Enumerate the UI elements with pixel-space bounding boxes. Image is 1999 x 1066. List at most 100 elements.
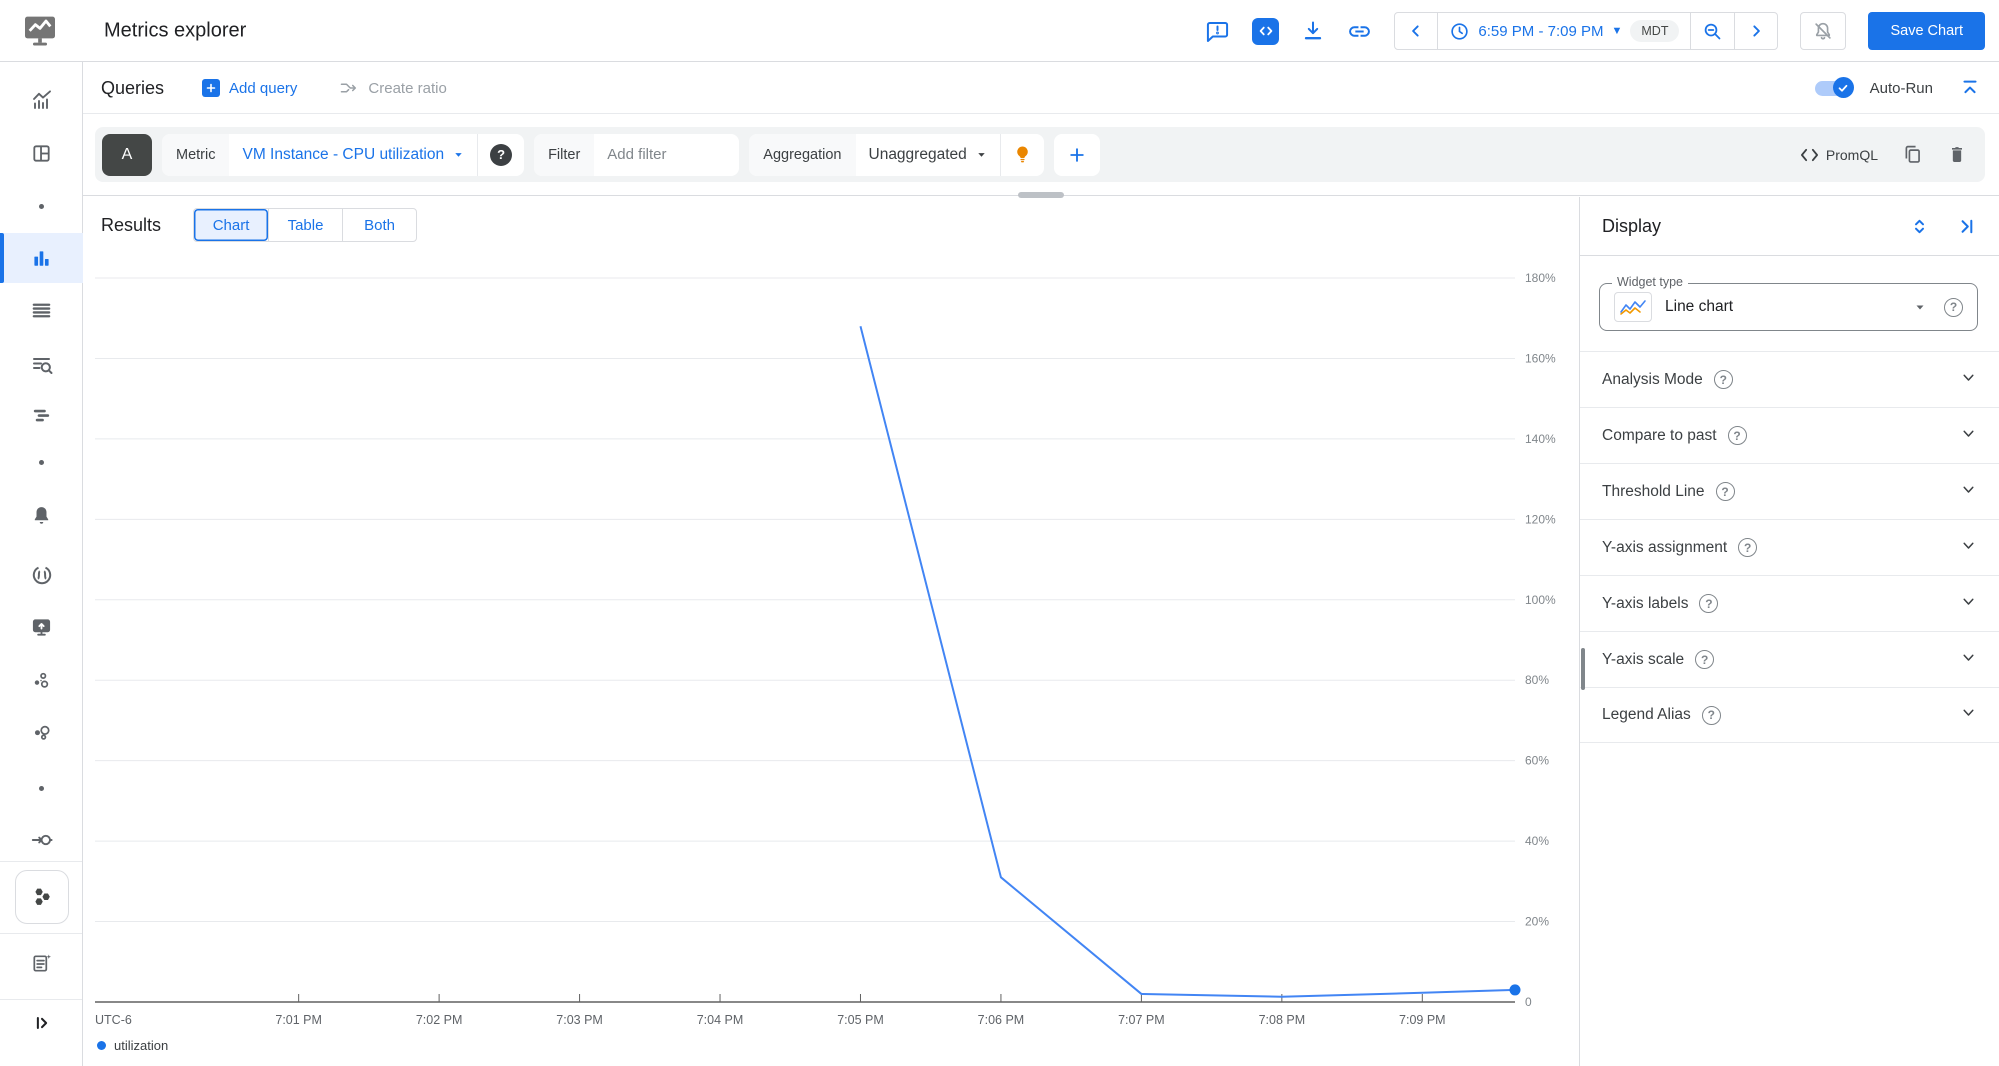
alerting-bell-icon	[34, 506, 49, 524]
time-forward-button[interactable]	[1734, 13, 1777, 49]
svg-text:140%: 140%	[1525, 432, 1556, 446]
svg-text:7:06 PM: 7:06 PM	[978, 1013, 1025, 1027]
sidebar-item-metrics-explorer[interactable]	[0, 233, 83, 283]
svg-text:0: 0	[1525, 995, 1532, 1009]
time-zoom-out-button[interactable]	[1690, 13, 1734, 49]
sidebar-item-integrations[interactable]	[0, 707, 83, 757]
display-section-legend-alias[interactable]: Legend Alias ?	[1580, 687, 1999, 743]
aggregation-value-dropdown[interactable]: Unaggregated	[856, 146, 1000, 164]
copy-icon[interactable]	[1902, 144, 1923, 165]
help-icon[interactable]: ?	[1715, 482, 1735, 501]
svg-text:7:09 PM: 7:09 PM	[1399, 1013, 1446, 1027]
metrics-overview-icon	[32, 90, 51, 109]
add-query-button[interactable]: Add query	[202, 79, 297, 97]
time-back-button[interactable]	[1395, 13, 1437, 49]
auto-run-label: Auto-Run	[1869, 79, 1933, 97]
merge-icon	[341, 83, 357, 93]
legend-color-dot	[97, 1041, 106, 1050]
navigation-sidebar	[0, 0, 83, 1066]
time-range-selector[interactable]: 6:59 PM - 7:09 PM ▼ MDT	[1437, 13, 1690, 49]
sidebar-item-log-explorer[interactable]	[0, 340, 83, 390]
tab-chart[interactable]: Chart	[194, 209, 269, 241]
tab-both[interactable]: Both	[342, 209, 416, 241]
suggestion-button[interactable]	[999, 133, 1044, 176]
promql-button[interactable]: PromQL	[1800, 147, 1878, 163]
sidebar-item-gke-monitoring[interactable]	[0, 868, 83, 926]
query-builder-section: A Metric VM Instance - CPU utilization ?…	[83, 114, 1999, 196]
sidebar-item-groups[interactable]	[0, 655, 83, 705]
chevron-down-icon	[1960, 369, 1977, 391]
metric-help-icon[interactable]: ?	[490, 143, 513, 166]
sidebar-item-pipelines[interactable]	[0, 815, 83, 865]
chevron-right-icon	[1753, 25, 1761, 37]
sidebar-item-alerting[interactable]	[0, 490, 83, 540]
chevron-down-icon	[1960, 593, 1977, 615]
section-label: Compare to past	[1602, 426, 1717, 444]
log-search-icon	[32, 358, 52, 374]
aggregation-selector: Aggregation Unaggregated	[749, 133, 1044, 176]
expand-sidebar-icon	[36, 1016, 47, 1030]
filter-label: Filter	[534, 133, 595, 176]
help-icon[interactable]: ?	[1699, 594, 1719, 613]
panel-scrollbar[interactable]	[1581, 648, 1585, 690]
chevron-down-icon	[1960, 481, 1977, 503]
help-icon[interactable]: ?	[1695, 650, 1715, 669]
feedback-icon[interactable]	[1205, 19, 1230, 44]
svg-text:160%: 160%	[1525, 351, 1556, 365]
widget-type-select[interactable]: Widget type Line chart ?	[1599, 275, 1978, 331]
display-section-analysis-mode[interactable]: Analysis Mode ?	[1580, 351, 1999, 407]
display-section-threshold-line[interactable]: Threshold Line ?	[1580, 463, 1999, 519]
sidebar-item-logs[interactable]	[0, 285, 83, 335]
lightbulb-icon	[1016, 146, 1028, 163]
section-label: Y-axis scale	[1602, 650, 1685, 668]
panel-resize-handle[interactable]	[1018, 192, 1064, 198]
filter-input[interactable]	[594, 146, 740, 163]
help-icon[interactable]: ?	[1738, 538, 1758, 557]
help-icon[interactable]: ?	[1713, 370, 1733, 389]
release-notes-icon	[33, 953, 51, 972]
hexagons-box	[14, 870, 69, 924]
add-sub-query-button[interactable]	[1053, 133, 1100, 176]
svg-text:100%: 100%	[1525, 593, 1556, 607]
display-section-y-axis-assignment[interactable]: Y-axis assignment ?	[1580, 519, 1999, 575]
sidebar-item-metrics-overview[interactable]	[0, 75, 83, 125]
delete-icon[interactable]	[1947, 144, 1967, 165]
code-toggle-icon[interactable]	[1252, 17, 1280, 45]
chevron-left-icon	[1412, 25, 1420, 37]
chevron-down-icon	[1960, 537, 1977, 559]
query-letter-badge: A	[102, 133, 152, 176]
metric-value-dropdown[interactable]: VM Instance - CPU utilization	[229, 146, 477, 164]
sidebar-hidden-item-dot	[0, 181, 83, 231]
section-label: Y-axis assignment	[1602, 538, 1728, 556]
caret-down-icon	[1916, 305, 1924, 310]
uptime-check-icon	[32, 618, 51, 636]
tab-table[interactable]: Table	[268, 209, 342, 241]
link-icon[interactable]	[1347, 19, 1372, 44]
display-section-compare-to-past[interactable]: Compare to past ?	[1580, 407, 1999, 463]
create-ratio-button[interactable]: Create ratio	[339, 78, 447, 98]
svg-text:7:07 PM: 7:07 PM	[1118, 1013, 1165, 1027]
chart-legend[interactable]: utilization	[97, 1038, 168, 1053]
save-chart-button[interactable]: Save Chart	[1868, 12, 1985, 50]
line-chart[interactable]: 180% 160% 140% 120% 100% 80% 60% 40% 20% 0 7:01 PM…	[83, 250, 1579, 1066]
sidebar-item-uptime-checks[interactable]	[0, 602, 83, 652]
sidebar-item-dashboards[interactable]	[0, 128, 83, 178]
sidebar-item-slo-monitoring[interactable]	[0, 550, 83, 600]
unfold-icon[interactable]	[1909, 216, 1930, 237]
chevron-down-icon	[1960, 425, 1977, 447]
help-icon[interactable]: ?	[1701, 705, 1721, 725]
download-icon[interactable]	[1301, 19, 1325, 43]
display-section-y-axis-labels[interactable]: Y-axis labels ?	[1580, 575, 1999, 631]
sidebar-item-release-notes[interactable]	[0, 938, 83, 988]
collapse-all-icon[interactable]	[1959, 77, 1981, 99]
alerts-off-button[interactable]	[1800, 12, 1847, 50]
display-section-y-axis-scale[interactable]: Y-axis scale ?	[1580, 631, 1999, 687]
sidebar-expand-button[interactable]	[0, 998, 83, 1048]
widget-type-help-icon[interactable]: ?	[1944, 297, 1963, 317]
app-header: Metrics explorer 6:59 PM - 7:09 PM ▼ MDT…	[0, 0, 1999, 62]
sidebar-item-trace[interactable]	[0, 390, 83, 440]
help-icon[interactable]: ?	[1727, 426, 1747, 445]
collapse-panel-right-icon[interactable]	[1956, 216, 1977, 237]
trace-icon	[33, 409, 50, 421]
auto-run-toggle[interactable]	[1814, 77, 1854, 98]
